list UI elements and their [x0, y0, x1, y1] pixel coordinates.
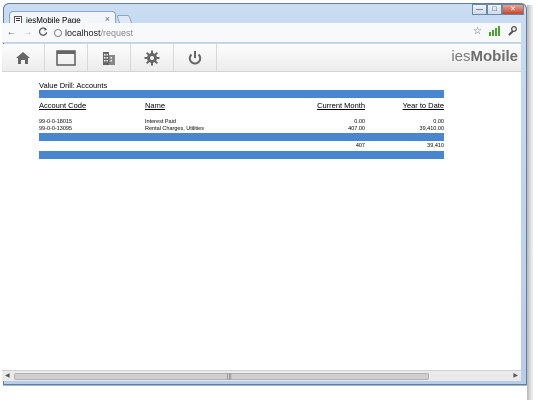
- url-host: localhost: [65, 28, 101, 38]
- close-window-button[interactable]: ✕: [502, 4, 524, 15]
- signal-bars-icon[interactable]: [489, 26, 500, 36]
- totals-row: 407 39,410: [39, 141, 444, 151]
- page-info-icon[interactable]: [54, 29, 62, 37]
- brand-logo: iesMobile: [451, 48, 518, 65]
- scrollbar-grip-icon: |||: [227, 374, 232, 380]
- home-icon: [16, 51, 30, 64]
- window-shadow: [527, 5, 533, 400]
- window-button[interactable]: [45, 44, 88, 71]
- logout-button[interactable]: [174, 44, 217, 71]
- cell-year-to-date: 0.00: [433, 119, 444, 125]
- cell-account-code: 99-0-0-13095: [39, 126, 73, 132]
- horizontal-scrollbar[interactable]: ◀ ||| ▶: [2, 370, 521, 381]
- bookmark-star-icon[interactable]: ☆: [473, 26, 482, 39]
- settings-button[interactable]: [131, 44, 174, 71]
- column-header-name[interactable]: Name: [145, 101, 165, 110]
- address-bar[interactable]: localhost/request: [54, 26, 472, 40]
- power-icon: [188, 50, 202, 65]
- report-footer-bar: [39, 151, 444, 159]
- column-header-row: Account Code Name Current Month Year to …: [39, 100, 444, 112]
- cell-current-month: 0.00: [354, 119, 365, 125]
- account-report: Value Drill: Accounts Account Code Name …: [39, 81, 444, 159]
- app-toolbar: iesMobile: [2, 44, 521, 72]
- table-row[interactable]: 99-0-0-13095 Rental Charges, Utilities 4…: [39, 126, 444, 133]
- wrench-menu-icon[interactable]: [507, 26, 517, 39]
- window-icon: [56, 49, 76, 66]
- browser-toolbar: ← → localhost/request ☆: [2, 23, 521, 43]
- maximize-button[interactable]: □: [487, 4, 502, 15]
- brand-prefix: ies: [451, 48, 471, 65]
- cell-name: Interest Paid: [145, 119, 176, 125]
- total-year-to-date: 39,410: [427, 143, 444, 149]
- minimize-button[interactable]: —: [472, 4, 487, 15]
- column-header-account-code[interactable]: Account Code: [39, 101, 86, 110]
- table-row[interactable]: 99-0-0-18015 Interest Paid 0.00 0.00: [39, 119, 444, 126]
- column-header-current-month[interactable]: Current Month: [317, 101, 365, 110]
- cell-account-code: 99-0-0-18015: [39, 119, 73, 125]
- cell-current-month: 407.00: [348, 126, 365, 132]
- reload-icon: [38, 26, 48, 36]
- window-controls: — □ ✕: [472, 4, 524, 15]
- reload-button[interactable]: [37, 26, 50, 39]
- back-button[interactable]: ←: [5, 27, 18, 38]
- url-path: /request: [100, 28, 134, 38]
- scrollbar-thumb[interactable]: |||: [14, 373, 429, 380]
- report-header-bar: [39, 90, 444, 98]
- window-bottom-edge: [3, 385, 527, 403]
- brand-bold: Mobile: [470, 48, 519, 65]
- cell-year-to-date: 39,410.00: [419, 126, 444, 132]
- cell-name: Rental Charges, Utilities: [145, 126, 204, 132]
- report-subtotal-bar: [39, 133, 444, 141]
- gear-icon: [144, 50, 160, 65]
- building-icon: [103, 51, 115, 65]
- scroll-right-arrow-icon[interactable]: ▶: [513, 372, 518, 379]
- forward-button[interactable]: →: [21, 27, 34, 38]
- column-header-year-to-date[interactable]: Year to Date: [403, 101, 444, 110]
- building-button[interactable]: [88, 44, 131, 71]
- report-title: Value Drill: Accounts: [39, 81, 108, 90]
- scroll-left-arrow-icon[interactable]: ◀: [5, 372, 10, 379]
- home-button[interactable]: [2, 44, 45, 71]
- page-viewport: iesMobile Value Drill: Accounts Account …: [2, 44, 521, 370]
- toolbar-right: ☆: [473, 26, 517, 39]
- total-current-month: 407: [355, 143, 365, 149]
- wrench-icon: [508, 26, 517, 36]
